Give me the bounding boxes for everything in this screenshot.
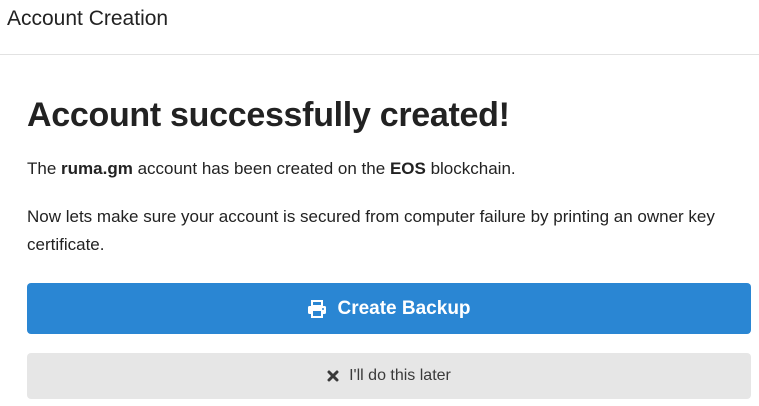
message-middle: account has been created on the [137, 158, 386, 178]
do-later-label: I'll do this later [349, 367, 451, 384]
do-later-button[interactable]: I'll do this later [27, 353, 751, 399]
main-content: Account successfully created! The ruma.g… [27, 95, 751, 259]
create-backup-label: Create Backup [337, 297, 471, 319]
create-backup-button[interactable]: Create Backup [27, 283, 751, 334]
header-title: Account Creation [7, 7, 169, 30]
message-prefix: The [27, 158, 57, 178]
chain-name: EOS [389, 158, 426, 178]
account-name: ruma.gm [61, 158, 133, 178]
close-icon [327, 370, 339, 382]
success-headline: Account successfully created! [27, 96, 510, 134]
message-suffix: blockchain. [430, 158, 516, 178]
header: Account Creation [0, 0, 759, 55]
printer-icon [307, 299, 327, 318]
backup-advice: Now lets make sure your account is secur… [27, 206, 715, 254]
account-created-message: The ruma.gm account has been created on … [27, 157, 751, 181]
